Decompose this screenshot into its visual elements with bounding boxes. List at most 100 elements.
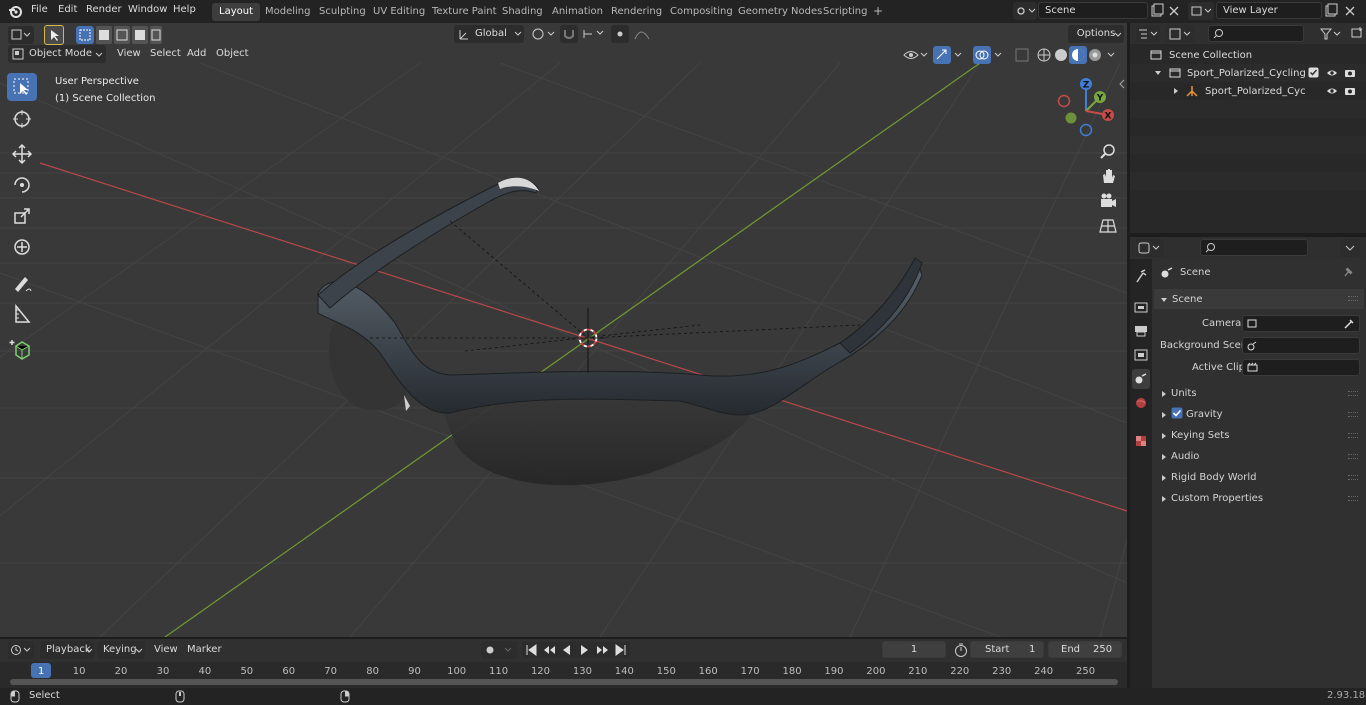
menu-edit[interactable]: Edit (58, 4, 77, 15)
tab-sculpting[interactable]: Sculpting (312, 3, 373, 21)
menu-window[interactable]: Window (128, 4, 167, 15)
drag-grip-icon[interactable] (1348, 296, 1358, 301)
outliner-row-sunglasses-object[interactable]: Sport_Polarized_Cycling_ (1130, 82, 1366, 100)
playback-controls[interactable] (522, 642, 630, 658)
tab-view-layer-icon[interactable] (1132, 345, 1150, 365)
timeline-scrollbar[interactable] (10, 679, 1118, 685)
tool-scale[interactable] (7, 202, 37, 230)
viewport-menu-object[interactable]: Object (216, 48, 249, 59)
pin-icon[interactable] (1343, 266, 1355, 278)
gravity-checkbox-icon[interactable] (1171, 407, 1183, 419)
tool-move[interactable] (7, 140, 37, 168)
add-workspace-button[interactable]: + (866, 3, 890, 21)
new-scene-icon[interactable] (1149, 3, 1165, 19)
tab-texture-paint[interactable]: Texture Paint (425, 3, 504, 21)
eye-icon[interactable] (1326, 67, 1338, 79)
editor-type-icon[interactable] (8, 26, 34, 44)
3d-viewport[interactable]: Global Options Object Mode View Select A… (0, 23, 1127, 637)
zoom-icon[interactable] (1098, 141, 1118, 161)
tab-world-icon[interactable] (1132, 393, 1150, 413)
camera-view-icon[interactable] (1098, 191, 1118, 211)
display-mode-icon[interactable] (1166, 25, 1194, 43)
properties-search-input[interactable] (1200, 239, 1308, 256)
tab-texture-icon[interactable] (1132, 431, 1150, 451)
keying-dropdown[interactable]: Keying (97, 641, 145, 659)
tool-cursor[interactable] (7, 105, 37, 133)
background-scene-field[interactable] (1242, 337, 1360, 354)
timeline-menu-view[interactable]: View (154, 644, 178, 655)
snap-icon[interactable] (560, 25, 608, 43)
end-frame-field[interactable]: End 250 (1048, 641, 1122, 658)
viewport-menu-view[interactable]: View (117, 48, 141, 59)
tool-rotate[interactable] (7, 171, 37, 199)
active-clip-field[interactable] (1242, 359, 1360, 376)
drag-grip-icon[interactable] (1348, 433, 1358, 438)
properties-options-icon[interactable] (1340, 239, 1360, 257)
navigation-gizmo[interactable]: Z Y X (1052, 73, 1122, 143)
pan-hand-icon[interactable] (1098, 166, 1118, 186)
tool-measure[interactable] (7, 300, 37, 328)
panel-scene-header[interactable]: Scene (1154, 289, 1364, 309)
outliner-row-sunglasses-collection[interactable]: Sport_Polarized_Cycling_Sung (1130, 64, 1366, 82)
view-layer-field[interactable]: View Layer (1216, 2, 1322, 19)
tool-select-box[interactable] (7, 73, 37, 101)
stopwatch-icon[interactable] (953, 642, 969, 658)
select-tool-icon[interactable] (44, 25, 64, 45)
tab-compositing[interactable]: Compositing (663, 3, 740, 21)
tab-rendering[interactable]: Rendering (604, 3, 669, 21)
options-button[interactable]: Options (1068, 25, 1124, 43)
filter-icon[interactable] (1318, 26, 1344, 42)
view-layer-selector-icon[interactable] (1188, 2, 1214, 20)
sidebar-toggle-icon[interactable] (1118, 78, 1126, 90)
viewport-menu-select[interactable]: Select (150, 48, 181, 59)
start-frame-field[interactable]: Start 1 (970, 641, 1044, 658)
delete-view-layer-icon[interactable] (1343, 4, 1357, 18)
drag-grip-icon[interactable] (1348, 475, 1358, 480)
tool-add-cube[interactable] (7, 335, 37, 363)
panel-audio[interactable]: Audio (1154, 447, 1364, 467)
camera-render-icon[interactable] (1344, 85, 1356, 97)
tab-modeling[interactable]: Modeling (258, 3, 318, 21)
panel-keying-sets[interactable]: Keying Sets (1154, 426, 1364, 446)
outliner-row-scene-collection[interactable]: Scene Collection (1130, 46, 1366, 64)
menu-file[interactable]: File (31, 4, 48, 15)
auto-keying-button[interactable] (481, 641, 517, 659)
tab-render-icon[interactable] (1132, 297, 1150, 317)
drag-grip-icon[interactable] (1348, 391, 1358, 396)
perspective-toggle-icon[interactable] (1098, 216, 1118, 236)
tab-uv-editing[interactable]: UV Editing (366, 3, 432, 21)
eyedropper-icon[interactable] (1343, 318, 1355, 330)
tool-transform[interactable] (7, 233, 37, 261)
viewport-visibility-icons[interactable] (902, 46, 1122, 64)
new-collection-icon[interactable] (1350, 26, 1364, 40)
tab-layout[interactable]: Layout (212, 3, 260, 21)
panel-custom-properties[interactable]: Custom Properties (1154, 489, 1364, 509)
panel-rigid-body-world[interactable]: Rigid Body World (1154, 468, 1364, 488)
drag-grip-icon[interactable] (1348, 496, 1358, 501)
scene-selector-icon[interactable] (1013, 2, 1037, 20)
panel-gravity[interactable]: Gravity (1154, 405, 1364, 425)
checkbox-checked-icon[interactable] (1308, 67, 1319, 78)
scene-name-field[interactable]: Scene (1038, 2, 1148, 19)
pivot-point-icon[interactable] (530, 26, 558, 42)
tab-geometry-nodes[interactable]: Geometry Nodes (731, 3, 829, 21)
properties-editor-type-icon[interactable] (1136, 239, 1164, 257)
menu-help[interactable]: Help (173, 4, 196, 15)
timeline-editor-type-icon[interactable] (8, 641, 34, 659)
delete-scene-icon[interactable] (1167, 4, 1181, 18)
expand-arrow-icon[interactable] (1154, 69, 1162, 77)
playback-dropdown[interactable]: Playback (40, 641, 94, 659)
camera-field[interactable] (1242, 315, 1360, 332)
outliner-editor-type-icon[interactable] (1136, 25, 1160, 43)
blender-logo-icon[interactable] (8, 4, 23, 19)
proportional-editing-icon[interactable] (611, 25, 657, 43)
eye-icon[interactable] (1326, 85, 1338, 97)
tool-annotate[interactable] (7, 269, 37, 297)
tab-scene-icon[interactable] (1132, 369, 1150, 389)
tab-output-icon[interactable] (1132, 321, 1150, 341)
camera-render-icon[interactable] (1344, 67, 1356, 79)
current-frame-field[interactable]: 1 (882, 641, 946, 658)
transform-orientation-dropdown[interactable]: Global (454, 25, 524, 43)
menu-render[interactable]: Render (86, 4, 122, 15)
tab-animation[interactable]: Animation (545, 3, 610, 21)
